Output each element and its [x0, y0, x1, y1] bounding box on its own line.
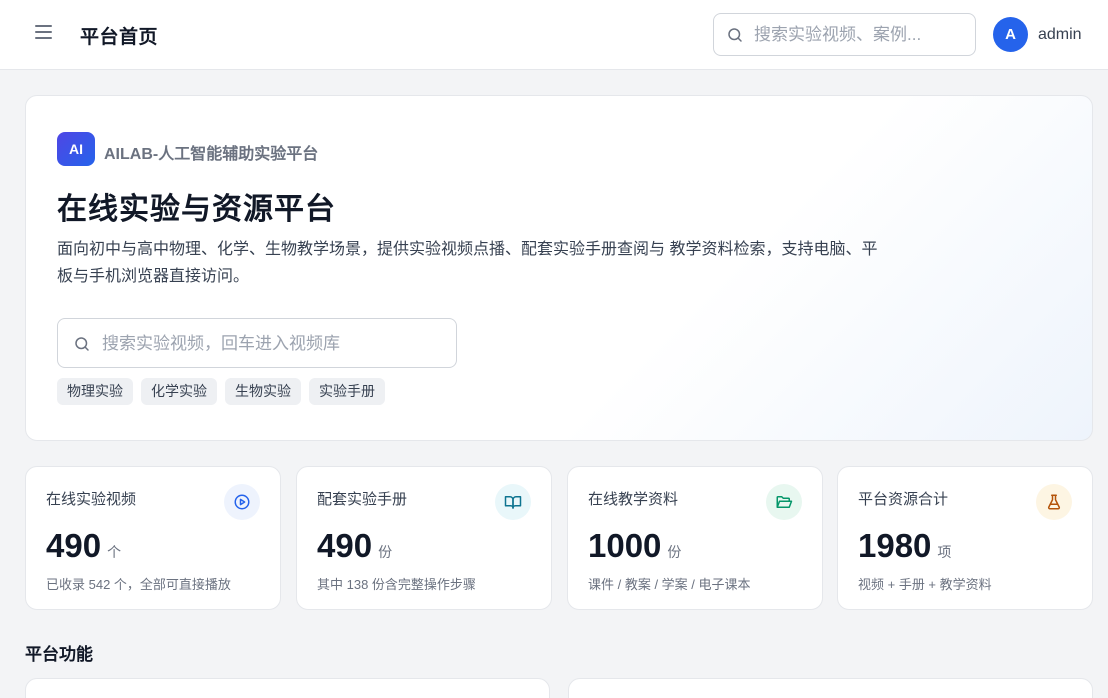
hero-description: 面向初中与高中物理、化学、生物教学场景，提供实验视频点播、配套实验手册查阅与 教…: [57, 241, 878, 285]
stat-value: 490: [317, 527, 373, 564]
stat-unit: 项: [937, 544, 952, 560]
stat-unit: 个: [107, 544, 122, 560]
stat-value: 1980: [858, 527, 932, 564]
tag-physics[interactable]: 物理实验: [57, 378, 133, 405]
header-search-input[interactable]: [754, 23, 964, 47]
stat-label: 在线实验视频: [46, 491, 137, 508]
stat-label: 在线教学资料: [588, 491, 679, 508]
stat-note: 已收录 542 个，全部可直接播放: [46, 577, 231, 592]
search-icon: [75, 337, 89, 351]
stat-unit: 份: [378, 544, 393, 560]
stat-unit: 份: [667, 544, 682, 560]
video-search-input[interactable]: [102, 332, 442, 356]
book-open-icon: [495, 484, 531, 520]
top-bar: 平台首页 A admin: [0, 0, 1108, 70]
folder-open-icon: [766, 484, 802, 520]
flask-icon: [1036, 484, 1072, 520]
video-search-box[interactable]: [57, 318, 457, 368]
stat-note: 其中 138 份含完整操作步骤: [317, 577, 476, 592]
stat-value: 1000: [588, 527, 662, 564]
quick-tags: 物理实验 化学实验 生物实验 实验手册: [57, 378, 385, 405]
username[interactable]: admin: [1038, 26, 1082, 44]
tag-manual[interactable]: 实验手册: [309, 378, 385, 405]
features-section-title: 平台功能: [25, 645, 93, 664]
tag-biology[interactable]: 生物实验: [225, 378, 301, 405]
feature-card[interactable]: [568, 678, 1093, 698]
play-circle-icon: [224, 484, 260, 520]
menu-icon[interactable]: [34, 25, 54, 45]
header-search-box[interactable]: [713, 13, 976, 56]
tag-chemistry[interactable]: 化学实验: [141, 378, 217, 405]
feature-card[interactable]: [25, 678, 550, 698]
hero-title: 在线实验与资源平台: [57, 193, 336, 226]
stat-value: 490: [46, 527, 102, 564]
avatar[interactable]: A: [993, 17, 1028, 52]
brand-name: AILAB-人工智能辅助实验平台: [104, 146, 319, 163]
stat-card-materials[interactable]: 在线教学资料 1000 份 课件 / 教案 / 学案 / 电子课本: [567, 466, 823, 610]
stat-card-videos[interactable]: 在线实验视频 490 个 已收录 542 个，全部可直接播放: [25, 466, 281, 610]
ai-logo-badge: AI: [57, 132, 95, 166]
page-title: 平台首页: [80, 27, 159, 48]
stat-label: 配套实验手册: [317, 491, 408, 508]
search-icon: [728, 28, 742, 42]
hero-panel: AI AILAB-人工智能辅助实验平台 在线实验与资源平台 面向初中与高中物理、…: [25, 95, 1093, 441]
stat-note: 视频 + 手册 + 教学资料: [858, 577, 992, 592]
stat-note: 课件 / 教案 / 学案 / 电子课本: [588, 577, 751, 592]
stat-card-total[interactable]: 平台资源合计 1980 项 视频 + 手册 + 教学资料: [837, 466, 1093, 610]
stat-label: 平台资源合计: [858, 491, 949, 508]
stat-card-manuals[interactable]: 配套实验手册 490 份 其中 138 份含完整操作步骤: [296, 466, 552, 610]
